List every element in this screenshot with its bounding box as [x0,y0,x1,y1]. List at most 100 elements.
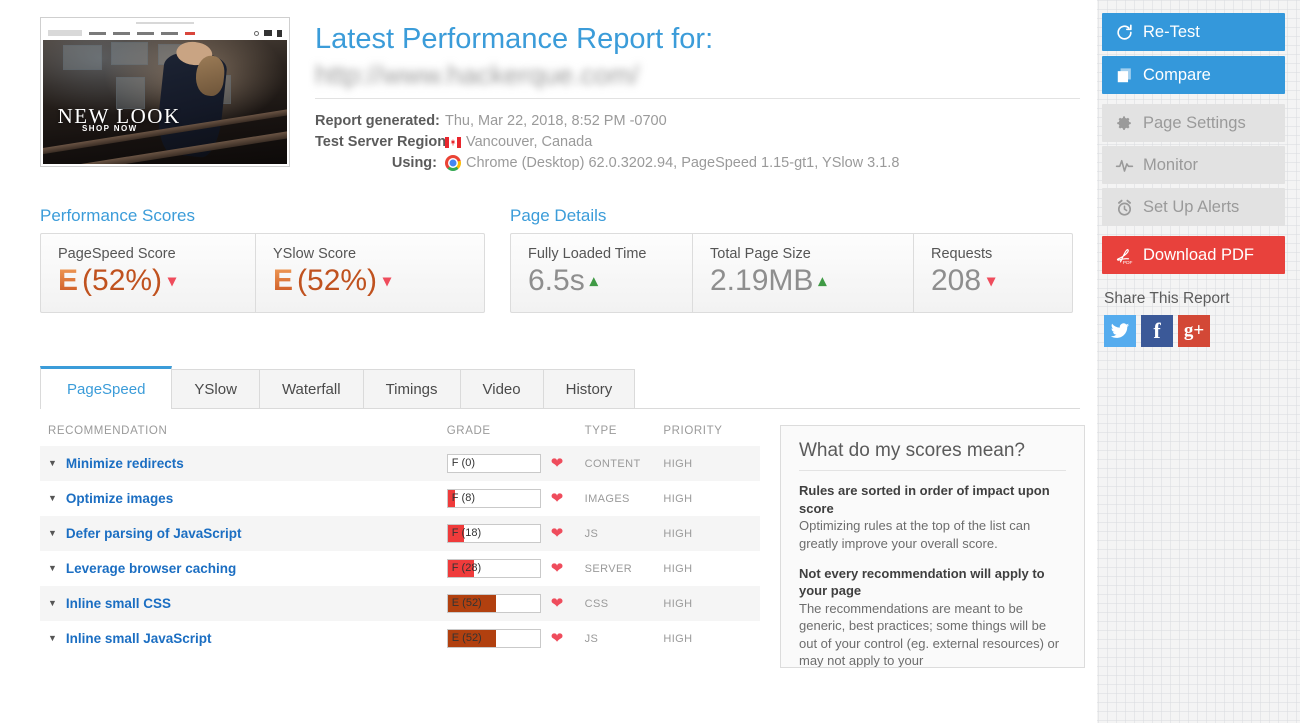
page-thumbnail[interactable]: NEW LOOK SHOP NOW [40,17,290,167]
compare-icon [1117,67,1131,82]
recommendation-name-cell[interactable]: ▼ Defer parsing of JavaScript [48,526,447,541]
performance-score-cards: PageSpeed Score E (52%) ▾ YSlow Score E [40,233,485,314]
pagespeed-score-value: E (52%) ▾ [58,264,239,298]
thumbnail-nav-item [137,31,154,35]
grade-label: F (8) [451,492,475,505]
column-header-recommendation: RECOMMENDATION [48,425,168,438]
pagespeed-grade-percent: (52%) [82,264,163,298]
right-sidebar: Re-Test Compare Page Settings Monitor Se… [1097,0,1300,723]
grade-label: E (52) [451,597,482,610]
recommendation-name-cell[interactable]: ▼ Minimize redirects [48,456,447,471]
table-row[interactable]: ▼ Leverage browser caching F (28) ❤ SERVER HI… [40,551,760,586]
grade-cell: F (8) ❤ [446,489,585,509]
heart-icon[interactable]: ❤ [551,491,564,506]
fully-loaded-time-value: 6.5s [528,264,585,298]
tab-pagespeed[interactable]: PageSpeed [40,366,173,410]
twitter-share-button[interactable] [1104,315,1136,347]
report-header: NEW LOOK SHOP NOW Latest Performance Rep… [40,15,1080,176]
table-row[interactable]: ▼ Optimize images F (8) ❤ IMAGES HIGH [40,481,760,516]
thumbnail-cart-icon [277,29,282,37]
twitter-icon [1110,323,1130,338]
set-up-alerts-button[interactable]: Set Up Alerts [1102,188,1285,226]
recommendation-rows: ▼ Minimize redirects F (0) ❤ CONTENT HIGH ▼ Opt… [40,446,760,656]
tab-yslow[interactable]: YSlow [171,369,260,409]
priority-cell: HIGH [663,562,693,575]
table-row[interactable]: ▼ Minimize redirects F (0) ❤ CONTENT HIGH [40,446,760,482]
grade-bar: F (28) [446,559,541,579]
fully-loaded-time-value-wrap: 6.5s ▴ [528,264,676,298]
recommendation-name-cell[interactable]: ▼ Leverage browser caching [48,561,447,576]
expand-triangle-icon[interactable]: ▼ [48,599,57,608]
thumbnail-flag-icon [264,30,272,36]
thumbnail-nav-item [161,31,178,35]
page-details-cards: Fully Loaded Time 6.5s ▴ Total Page Size… [510,233,1073,314]
recommendation-label: Optimize images [65,491,174,507]
expand-triangle-icon[interactable]: ▼ [48,459,57,468]
page-settings-button[interactable]: Page Settings [1102,104,1285,142]
fully-loaded-time-card[interactable]: Fully Loaded Time 6.5s ▴ [511,234,693,313]
monitor-button[interactable]: Monitor [1102,146,1285,184]
chevron-down-icon[interactable]: ▾ [383,271,391,291]
chevron-down-icon[interactable]: ▾ [168,271,176,291]
heart-icon[interactable]: ❤ [551,456,564,471]
download-pdf-button[interactable]: PDF Download PDF [1102,236,1285,274]
compare-button[interactable]: Compare [1102,56,1285,94]
page-settings-label: Page Settings [1143,113,1246,132]
requests-value: 208 [931,264,982,298]
grade-bar: E (52) [446,594,541,614]
yslow-score-card[interactable]: YSlow Score E (52%) ▾ [256,234,484,312]
table-row[interactable]: ▼ Inline small CSS E (52) ❤ CSS HIGH [40,586,760,622]
page-details-group: Page Details Fully Loaded Time 6.5s ▴ To… [510,206,1073,314]
refresh-icon [1117,24,1132,40]
googleplus-share-button[interactable]: g+ [1178,315,1210,347]
canada-flag-icon [445,136,461,148]
recommendation-name-cell[interactable]: ▼ Inline small JavaScript [48,631,447,646]
facebook-share-button[interactable]: f [1141,315,1173,347]
report-tabs-wrap: PageSpeed YSlow Waterfall Timings Video … [40,366,1080,410]
recommendations-table-header: RECOMMENDATION GRADE TYPE PRIORITY [40,425,760,446]
requests-card[interactable]: Requests 208 ▾ [914,234,1072,312]
yslow-score-value: E (52%) ▾ [273,264,468,298]
grade-cell: F (18) ❤ [446,524,585,544]
heart-icon[interactable]: ❤ [551,631,564,646]
expand-triangle-icon[interactable]: ▼ [48,564,57,573]
heart-icon[interactable]: ❤ [551,561,564,576]
re-test-label: Re-Test [1143,22,1200,41]
report-generated-value: Thu, Mar 22, 2018, 8:52 PM -0700 [445,113,667,130]
expand-triangle-icon[interactable]: ▼ [48,494,57,503]
main-content: NEW LOOK SHOP NOW Latest Performance Rep… [0,0,1097,723]
report-url[interactable]: http://www.hackerque.com/ [315,58,675,92]
heart-icon[interactable]: ❤ [551,596,564,611]
page-details-title: Page Details [510,206,607,226]
total-page-size-card[interactable]: Total Page Size 2.19MB ▴ [693,234,914,313]
grade-bar: F (0) [446,454,541,474]
report-header-text: Latest Performance Report for: http://ww… [290,15,1080,176]
priority-cell: HIGH [663,632,693,645]
re-test-button[interactable]: Re-Test [1102,13,1285,51]
pdf-icon: PDF [1116,248,1133,265]
expand-triangle-icon[interactable]: ▼ [48,529,57,538]
heart-icon[interactable]: ❤ [551,526,564,541]
scores-area: Performance Scores PageSpeed Score E (52… [40,206,1077,314]
requests-label: Requests [931,246,993,263]
priority-cell: HIGH [663,527,693,540]
thumbnail-nav-item-sale [185,31,195,35]
pagespeed-grade-letter: E [58,264,79,298]
recommendation-name-cell[interactable]: ▼ Optimize images [48,491,447,506]
tab-waterfall[interactable]: Waterfall [258,369,364,409]
chevron-down-icon: ▾ [987,273,996,291]
priority-cell: HIGH [663,597,693,610]
report-body: RECOMMENDATION GRADE TYPE PRIORITY ▼ Mini… [40,425,1085,669]
expand-triangle-icon[interactable]: ▼ [48,634,57,643]
table-row[interactable]: ▼ Defer parsing of JavaScript F (18) ❤ JS HIG… [40,516,760,552]
recommendation-name-cell[interactable]: ▼ Inline small CSS [48,596,447,611]
thumbnail-window [111,42,148,65]
scores-info-body: Optimizing rules at the top of the list … [799,518,1031,551]
thumbnail-logo [48,30,82,36]
tab-timings[interactable]: Timings [362,369,461,409]
tab-history[interactable]: History [542,369,636,409]
table-row[interactable]: ▼ Inline small JavaScript E (52) ❤ JS HIGH [40,621,760,656]
pagespeed-score-card[interactable]: PageSpeed Score E (52%) ▾ [41,234,256,313]
tab-video[interactable]: Video [459,369,544,409]
recommendations-table: RECOMMENDATION GRADE TYPE PRIORITY ▼ Mini… [40,425,760,668]
